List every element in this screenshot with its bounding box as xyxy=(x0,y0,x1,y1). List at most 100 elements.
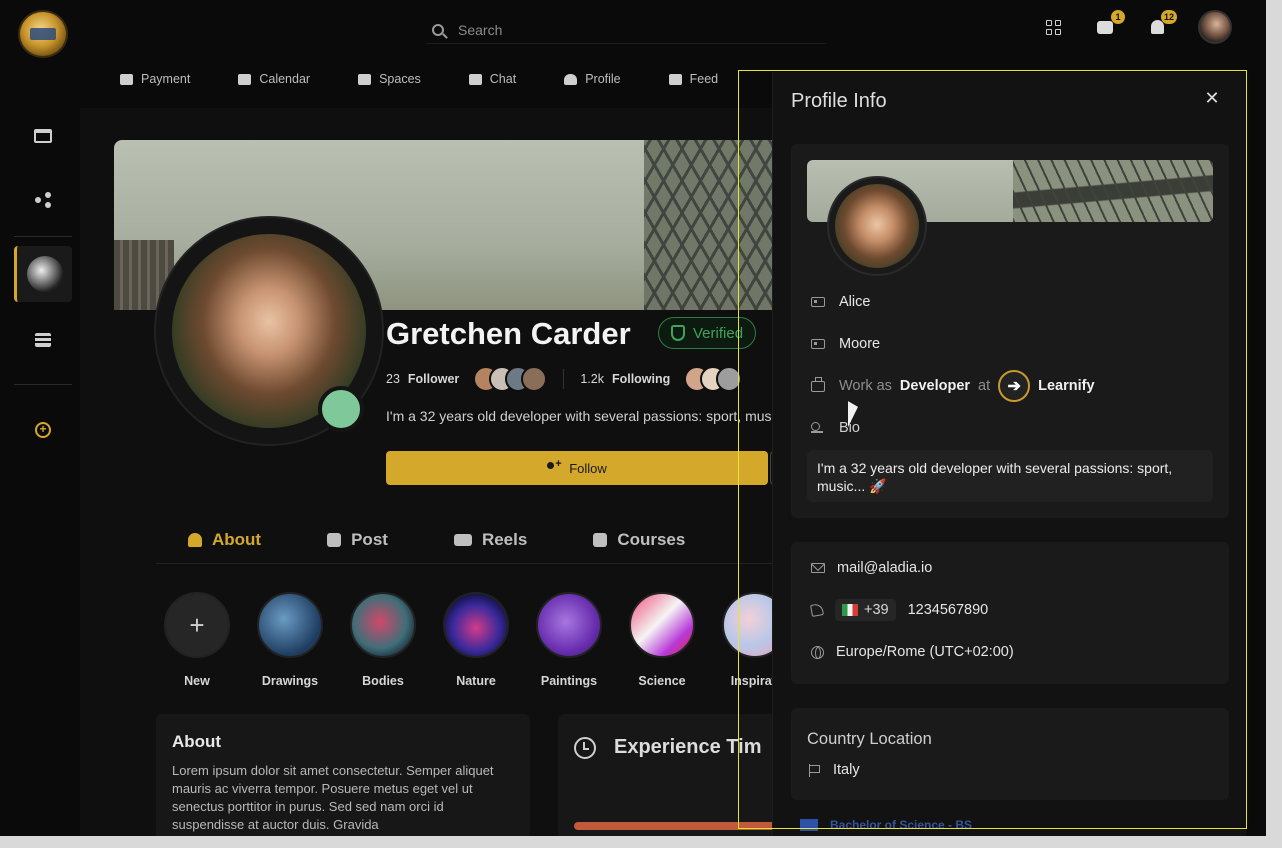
followers-label[interactable]: Follower xyxy=(408,372,459,386)
story-drawings[interactable]: Drawings xyxy=(257,592,323,688)
story-highlights: + New Drawings Bodies Nature Paintings Sc… xyxy=(164,592,788,688)
profile-stats: 23 Follower 1.2k Following xyxy=(386,366,743,392)
story-bodies[interactable]: Bodies xyxy=(350,592,416,688)
last-name: Moore xyxy=(839,336,881,352)
phone-prefix: +39 xyxy=(864,602,889,618)
app-window: 1 12 Payment Calendar Spaces Chat Profil… xyxy=(0,0,1266,836)
shield-check-icon xyxy=(671,325,685,341)
nav-payment[interactable]: Payment xyxy=(120,72,190,86)
search-bar xyxy=(426,16,826,44)
mouse-cursor xyxy=(848,401,858,433)
phone-row: +39 1234567890 xyxy=(810,599,988,621)
top-actions: 1 12 xyxy=(1042,10,1232,44)
nav-label: Chat xyxy=(489,72,517,86)
tab-label: Courses xyxy=(617,529,686,549)
experience-title: Experience Tim xyxy=(614,736,762,758)
experience-item-label: Bachelor of Science - BS xyxy=(830,818,973,832)
following-count: 1.2k xyxy=(580,372,604,386)
post-icon xyxy=(327,532,342,547)
search-input[interactable] xyxy=(458,21,798,38)
rail-layers[interactable] xyxy=(14,312,72,368)
story-new[interactable]: + New xyxy=(164,592,230,688)
first-name-row: Alice xyxy=(811,294,870,310)
follower-avatars[interactable] xyxy=(473,366,548,392)
company-logo-icon[interactable]: ➔ xyxy=(998,370,1031,402)
experience-item: Bachelor of Science - BS xyxy=(800,818,972,832)
story-paintings[interactable]: Paintings xyxy=(536,592,602,688)
share-icon xyxy=(35,192,51,208)
nav-label: Payment xyxy=(141,72,191,86)
followers-count: 23 xyxy=(386,372,400,386)
verified-badge: Verified xyxy=(658,317,757,349)
profile-bio: I'm a 32 years old developer with severa… xyxy=(386,408,794,424)
story-thumbnail xyxy=(350,592,416,658)
follow-label: Follow xyxy=(569,460,607,476)
apps-grid-icon[interactable] xyxy=(1042,16,1064,38)
following-label[interactable]: Following xyxy=(612,372,670,386)
verified-label: Verified xyxy=(693,324,744,342)
story-label: Science xyxy=(638,674,686,688)
drawer-title: Profile Info xyxy=(791,90,887,112)
tab-label: Post xyxy=(351,529,388,549)
tab-reels[interactable]: Reels xyxy=(422,516,561,563)
profile-info-drawer: Profile Info ✕ Alice Moore Work as Devel… xyxy=(772,72,1246,836)
nav-chat[interactable]: Chat xyxy=(468,72,517,86)
globe-icon xyxy=(811,645,824,659)
flag-icon xyxy=(809,763,821,777)
phone-icon xyxy=(810,603,824,617)
work-at: at xyxy=(978,378,991,394)
story-science[interactable]: Science xyxy=(629,592,695,688)
story-label: New xyxy=(184,674,210,688)
story-label: Bodies xyxy=(362,674,404,688)
close-icon[interactable]: ✕ xyxy=(1204,89,1220,107)
italy-flag-icon xyxy=(842,604,858,616)
drawer-bio-text: I'm a 32 years old developer with severa… xyxy=(807,450,1213,502)
feed-icon xyxy=(668,73,682,85)
company-name[interactable]: Learnify xyxy=(1038,378,1094,394)
tab-about[interactable]: About xyxy=(156,516,295,563)
plus-circle-icon: + xyxy=(35,422,51,438)
about-card: About Lorem ipsum dolor sit amet consect… xyxy=(156,714,530,836)
follow-button[interactable]: Follow xyxy=(386,451,768,485)
user-avatar[interactable] xyxy=(1198,10,1232,44)
online-status-dot xyxy=(318,386,364,432)
rail-add[interactable]: + xyxy=(14,402,72,458)
story-thumbnail xyxy=(629,592,695,658)
store-icon xyxy=(34,129,52,143)
messages-badge: 1 xyxy=(1111,10,1125,24)
profile-info-card: Alice Moore Work as Developer at ➔ Learn… xyxy=(791,144,1229,518)
rail-space-avatar[interactable] xyxy=(14,246,72,302)
notifications-button[interactable]: 12 xyxy=(1146,10,1177,38)
rail-share[interactable] xyxy=(14,172,72,228)
experience-timeline-bar xyxy=(574,822,794,830)
rail-store[interactable] xyxy=(14,108,72,164)
plus-icon: + xyxy=(164,592,230,658)
app-logo[interactable] xyxy=(20,12,66,56)
nav-feed[interactable]: Feed xyxy=(668,72,719,86)
nav-spaces[interactable]: Spaces xyxy=(358,72,421,86)
about-title: About xyxy=(172,732,222,751)
id-card-icon xyxy=(811,339,825,349)
story-nature[interactable]: Nature xyxy=(443,592,509,688)
nav-calendar[interactable]: Calendar xyxy=(238,72,310,86)
nav-label: Feed xyxy=(689,72,719,86)
story-label: Paintings xyxy=(540,674,598,688)
email-row: mail@aladia.io xyxy=(811,560,932,576)
messages-button[interactable]: 1 xyxy=(1094,10,1125,38)
work-prefix: Work as xyxy=(839,378,892,394)
user-plus-icon xyxy=(547,458,562,474)
user-edit-icon xyxy=(811,422,825,434)
tab-courses[interactable]: Courses xyxy=(561,516,719,563)
layers-icon xyxy=(35,333,51,347)
profile-main: Gretchen Carder Verified 23 Follower 1.2… xyxy=(80,108,818,836)
phone-country-chip: +39 xyxy=(835,599,896,621)
story-label: Nature xyxy=(456,674,496,688)
nav-profile[interactable]: Profile xyxy=(564,72,621,86)
mail-icon xyxy=(811,563,825,573)
history-icon xyxy=(574,736,596,759)
tab-post[interactable]: Post xyxy=(295,516,422,563)
left-rail: + xyxy=(0,108,80,836)
chat-icon xyxy=(468,73,482,85)
email[interactable]: mail@aladia.io xyxy=(837,560,932,576)
following-avatars[interactable] xyxy=(684,366,743,392)
